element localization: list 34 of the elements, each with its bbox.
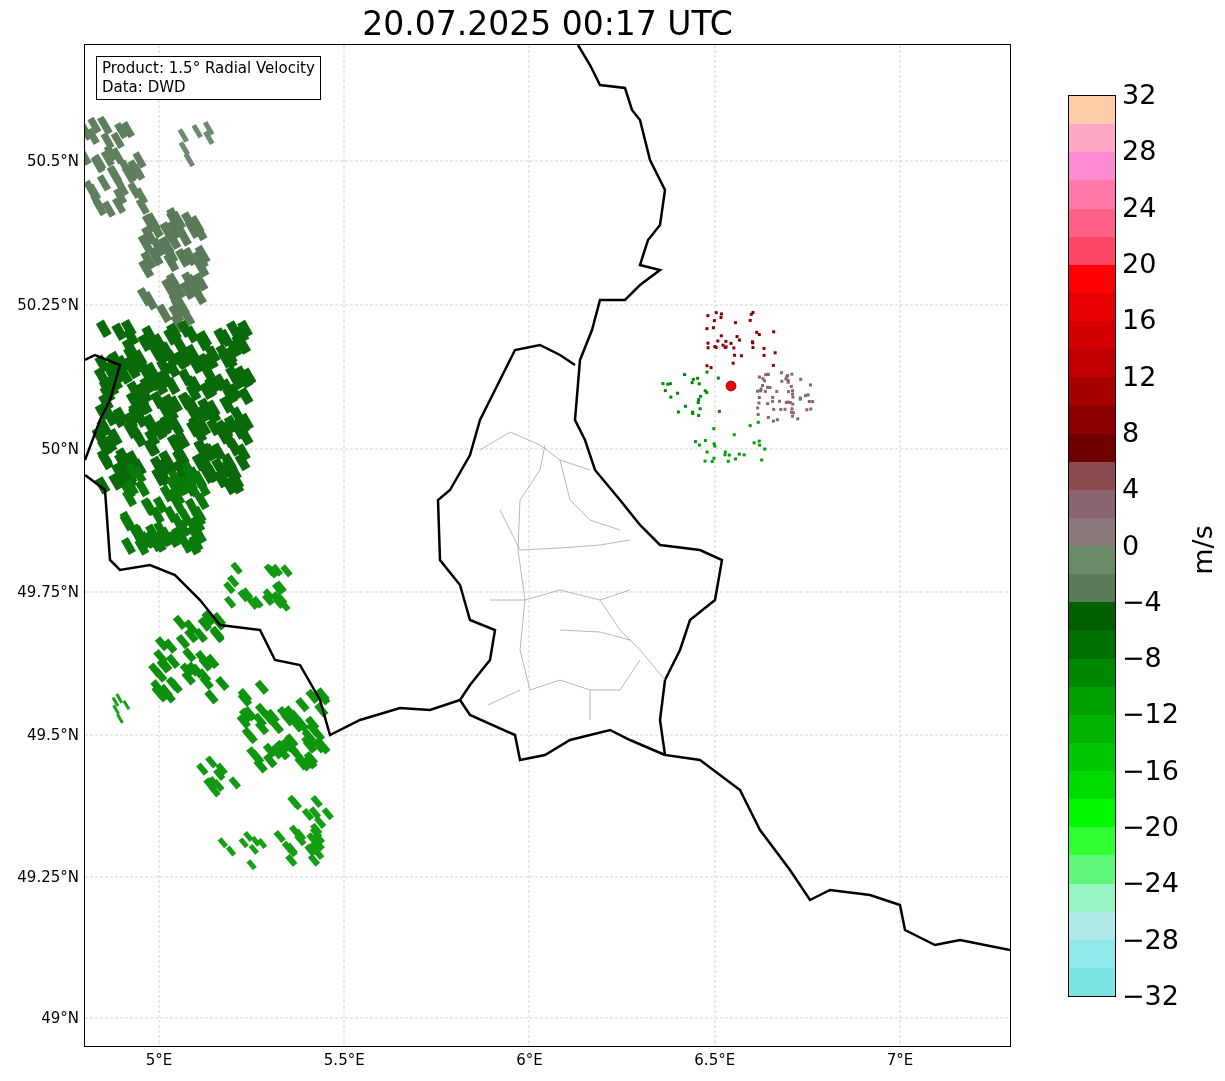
colorbar-tick-label: −12 bbox=[1122, 699, 1179, 730]
latitude-label: 50°N bbox=[41, 440, 79, 458]
colorbar-tick-label: −28 bbox=[1122, 924, 1179, 955]
colorbar-tick-label: −20 bbox=[1122, 812, 1179, 843]
longitude-label: 5°E bbox=[144, 1051, 174, 1069]
latitude-label: 49.75°N bbox=[17, 583, 79, 601]
longitude-label: 6°E bbox=[515, 1051, 544, 1069]
colorbar-tick-label: 0 bbox=[1122, 530, 1140, 561]
colorbar-tick-label: 24 bbox=[1122, 192, 1157, 223]
latitude-label: 50.5°N bbox=[26, 152, 79, 170]
colorbar-tick-label: 16 bbox=[1122, 305, 1157, 336]
latitude-label: 49.5°N bbox=[26, 726, 79, 744]
colorbar-label: m/s bbox=[1188, 525, 1218, 575]
colorbar-tick-label: 12 bbox=[1122, 361, 1157, 392]
colorbar-tick-label: 28 bbox=[1122, 136, 1157, 167]
latitude-label: 49.25°N bbox=[17, 868, 79, 886]
colorbar-tick-label: −24 bbox=[1122, 868, 1179, 899]
colorbar-tick-label: −16 bbox=[1122, 755, 1179, 786]
longitude-label: 7°E bbox=[885, 1051, 915, 1069]
colorbar-tick-label: 20 bbox=[1122, 248, 1157, 279]
longitude-label: 6.5°E bbox=[693, 1051, 737, 1069]
latitude-label: 50.25°N bbox=[17, 296, 79, 314]
longitude-label: 5.5°E bbox=[322, 1051, 366, 1069]
info-text: Data: DWD bbox=[102, 78, 187, 97]
colorbar-tick-label: −4 bbox=[1122, 586, 1162, 617]
colorbar-tick-label: 32 bbox=[1122, 80, 1157, 110]
latitude-label: 49°N bbox=[41, 1009, 79, 1027]
info-text: Product: 1.5° Radial Velocity bbox=[102, 59, 315, 78]
colorbar-tick-label: −32 bbox=[1122, 981, 1179, 1011]
colorbar-tick-label: 8 bbox=[1122, 417, 1140, 448]
radar-site-marker bbox=[725, 380, 737, 392]
chart-title: 20.07.2025 00:17 UTC bbox=[361, 4, 734, 44]
colorbar-tick-label: 4 bbox=[1122, 474, 1140, 505]
colorbar-tick-label: −8 bbox=[1122, 643, 1162, 674]
